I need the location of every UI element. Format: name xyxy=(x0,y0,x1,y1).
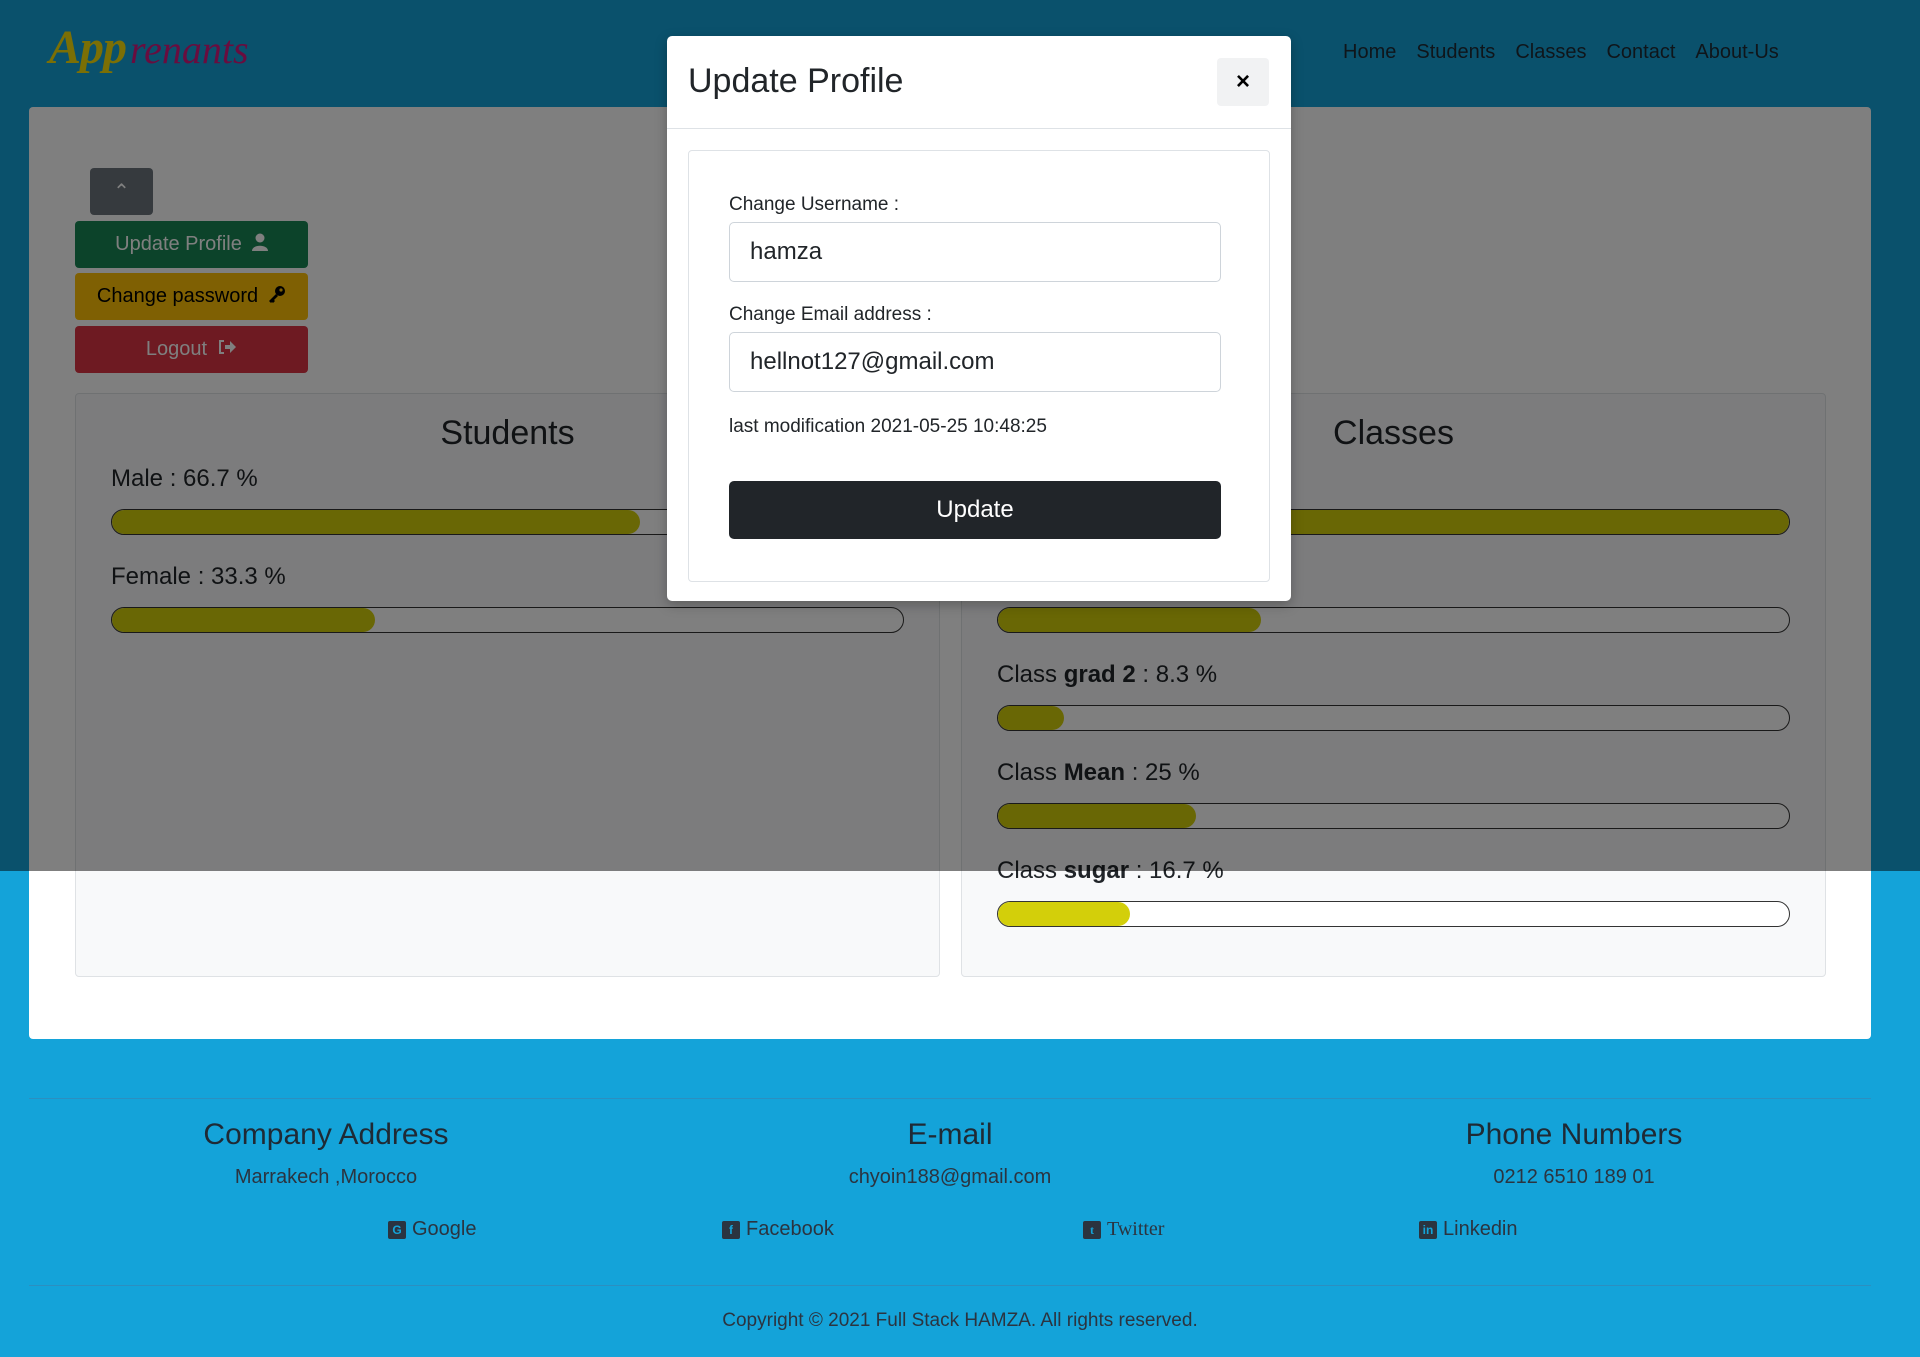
email-title: E-mail xyxy=(907,1118,993,1151)
username-label: Change Username : xyxy=(729,194,900,215)
username-input[interactable]: hamza xyxy=(729,222,1221,282)
footer-phone: Phone Numbers 0212 6510 189 01 xyxy=(1374,1118,1774,1189)
progress-fill xyxy=(998,902,1131,926)
copyright: Copyright © 2021 Full Stack HAMZA. All r… xyxy=(722,1310,1198,1331)
progress-bar xyxy=(997,901,1790,927)
linkedin-icon: in xyxy=(1419,1220,1437,1239)
google-plus-icon: G xyxy=(388,1220,406,1239)
social-twitter[interactable]: t Twitter xyxy=(1083,1218,1164,1241)
email-input[interactable]: hellnot127@gmail.com xyxy=(729,332,1221,392)
email-text[interactable]: chyoin188@gmail.com xyxy=(750,1166,1150,1189)
phone-text: 0212 6510 189 01 xyxy=(1493,1166,1655,1188)
email-label: Change Email address : xyxy=(729,304,932,325)
twitter-icon: t xyxy=(1083,1220,1101,1239)
close-icon: × xyxy=(1235,68,1250,95)
update-button[interactable]: Update xyxy=(729,481,1221,539)
last-modification: last modification 2021-05-25 10:48:25 xyxy=(729,416,1047,437)
social-google[interactable]: G Google xyxy=(388,1218,477,1241)
modal-title: Update Profile xyxy=(688,62,904,100)
footer-divider xyxy=(29,1098,1871,1099)
modal-header: Update Profile × xyxy=(667,36,1291,129)
close-button[interactable]: × xyxy=(1217,58,1269,106)
social-linkedin[interactable]: in Linkedin xyxy=(1419,1218,1518,1241)
facebook-icon: f xyxy=(722,1220,740,1239)
address-text: Marrakech ,Morocco xyxy=(234,1166,418,1188)
update-profile-modal: Update Profile × Change Username : hamza… xyxy=(667,36,1291,601)
phone-title: Phone Numbers xyxy=(1465,1118,1683,1151)
footer-divider-bottom xyxy=(29,1285,1871,1286)
footer-email: E-mail chyoin188@gmail.com xyxy=(750,1118,1150,1189)
footer-address: Company Address Marrakech ,Morocco xyxy=(126,1118,526,1189)
address-title: Company Address xyxy=(203,1118,449,1151)
modal-body: Change Username : hamza Change Email add… xyxy=(688,150,1270,582)
social-facebook[interactable]: f Facebook xyxy=(722,1218,834,1241)
